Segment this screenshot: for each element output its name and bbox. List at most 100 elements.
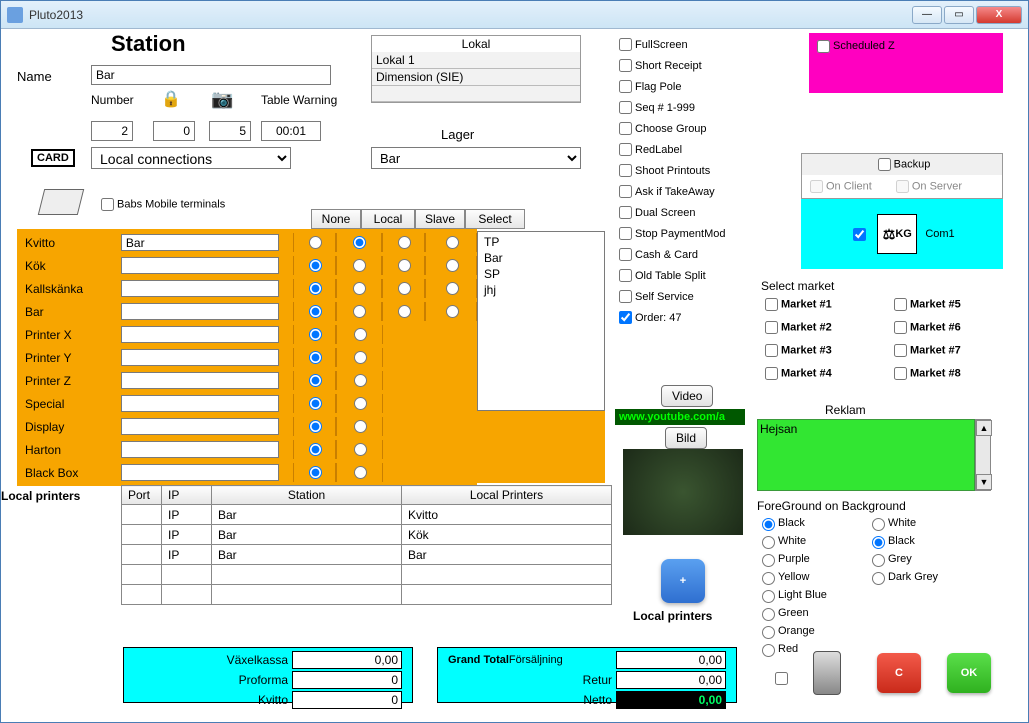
flag-checkbox[interactable] bbox=[619, 206, 632, 219]
printer-radio-local[interactable] bbox=[353, 236, 366, 249]
fg-radio[interactable] bbox=[762, 626, 775, 639]
ok-button[interactable]: OK bbox=[947, 653, 991, 693]
printer-radio-local[interactable] bbox=[354, 328, 367, 341]
market-check[interactable]: Market #7 bbox=[890, 341, 1001, 360]
flag-redlabel[interactable]: RedLabel bbox=[615, 140, 755, 159]
fg-radio[interactable] bbox=[762, 590, 775, 603]
maximize-button[interactable]: ▭ bbox=[944, 6, 974, 24]
fg-radio-black[interactable]: Black bbox=[757, 515, 827, 531]
market-check[interactable]: Market #1 bbox=[761, 295, 872, 314]
printer-radio-select[interactable] bbox=[446, 259, 459, 272]
printer-radio-none[interactable] bbox=[309, 236, 322, 249]
lager-select[interactable]: Bar bbox=[371, 147, 581, 169]
flag-ask-if-takeaway[interactable]: Ask if TakeAway bbox=[615, 182, 755, 201]
market-checkbox[interactable] bbox=[894, 344, 907, 357]
printer-radio-local[interactable] bbox=[353, 259, 366, 272]
fg-radio[interactable] bbox=[762, 644, 775, 657]
printer-radio-none[interactable] bbox=[309, 443, 322, 456]
market-checkbox[interactable] bbox=[894, 298, 907, 311]
printer-radio-local[interactable] bbox=[354, 374, 367, 387]
total-input[interactable] bbox=[292, 651, 402, 669]
printer-radio-local[interactable] bbox=[354, 466, 367, 479]
backup-checkbox[interactable] bbox=[878, 158, 891, 171]
printer-radio-none[interactable] bbox=[309, 397, 322, 410]
flag-checkbox[interactable] bbox=[619, 122, 632, 135]
printer-radio-slave[interactable] bbox=[398, 305, 411, 318]
add-local-printer-button[interactable]: + bbox=[661, 559, 705, 603]
market-checkbox[interactable] bbox=[765, 298, 778, 311]
total-input[interactable] bbox=[292, 691, 402, 709]
fg-radio-light-blue[interactable]: Light Blue bbox=[757, 587, 827, 603]
scroll-down-icon[interactable]: ▼ bbox=[976, 474, 992, 490]
flag-checkbox[interactable] bbox=[619, 38, 632, 51]
printer-radio-select[interactable] bbox=[446, 282, 459, 295]
total-input[interactable] bbox=[292, 671, 402, 689]
flag-shoot-printouts[interactable]: Shoot Printouts bbox=[615, 161, 755, 180]
bg-radio-white[interactable]: White bbox=[867, 515, 938, 531]
printer-radio-local[interactable] bbox=[354, 420, 367, 433]
babs-check[interactable]: Babs Mobile terminals bbox=[97, 195, 225, 214]
flag-checkbox[interactable] bbox=[619, 185, 632, 198]
list-item[interactable]: jhj bbox=[480, 282, 602, 298]
flag-cash-card[interactable]: Cash & Card bbox=[615, 245, 755, 264]
fg-radio-orange[interactable]: Orange bbox=[757, 623, 827, 639]
market-check[interactable]: Market #6 bbox=[890, 318, 1001, 337]
on-client-checkbox[interactable] bbox=[810, 180, 823, 193]
printer-input[interactable] bbox=[121, 303, 279, 320]
weight-checkbox[interactable] bbox=[853, 228, 866, 241]
printer-radio-slave[interactable] bbox=[398, 236, 411, 249]
bg-radio-dark-grey[interactable]: Dark Grey bbox=[867, 569, 938, 585]
printer-radio-local[interactable] bbox=[354, 351, 367, 364]
printer-radio-local[interactable] bbox=[353, 305, 366, 318]
printer-radio-slave[interactable] bbox=[398, 282, 411, 295]
flag-checkbox[interactable] bbox=[619, 59, 632, 72]
table-row[interactable]: IPBarKvitto bbox=[122, 505, 612, 525]
printer-radio-select[interactable] bbox=[446, 305, 459, 318]
printer-radio-none[interactable] bbox=[309, 374, 322, 387]
market-checkbox[interactable] bbox=[894, 367, 907, 380]
cancel-button[interactable]: C bbox=[877, 653, 921, 693]
table-row[interactable]: IPBarBar bbox=[122, 545, 612, 565]
fg-radio-white[interactable]: White bbox=[757, 533, 827, 549]
list-item[interactable]: Bar bbox=[480, 250, 602, 266]
printer-input[interactable] bbox=[121, 372, 279, 389]
market-check[interactable]: Market #5 bbox=[890, 295, 1001, 314]
bg-radio-black[interactable]: Black bbox=[867, 533, 938, 549]
table-warning-input[interactable] bbox=[261, 121, 321, 141]
printer-radio-select[interactable] bbox=[446, 236, 459, 249]
fg-radio-purple[interactable]: Purple bbox=[757, 551, 827, 567]
flag-checkbox[interactable] bbox=[619, 80, 632, 93]
printer-radio-none[interactable] bbox=[309, 351, 322, 364]
lokal-row-1[interactable]: Dimension (SIE) bbox=[372, 69, 580, 86]
flag-checkbox[interactable] bbox=[619, 227, 632, 240]
printer-input[interactable] bbox=[121, 418, 279, 435]
printer-input[interactable] bbox=[121, 349, 279, 366]
flag-order-47[interactable]: Order: 47 bbox=[615, 308, 755, 327]
flag-choose-group[interactable]: Choose Group bbox=[615, 119, 755, 138]
flag-seq-1-999[interactable]: Seq # 1-999 bbox=[615, 98, 755, 117]
printer-radio-local[interactable] bbox=[353, 282, 366, 295]
bg-radio-grey[interactable]: Grey bbox=[867, 551, 938, 567]
printer-radio-none[interactable] bbox=[309, 420, 322, 433]
bg-radio[interactable] bbox=[872, 554, 885, 567]
lock-input[interactable] bbox=[153, 121, 195, 141]
table-row[interactable] bbox=[122, 565, 612, 585]
video-button[interactable]: Video bbox=[661, 385, 713, 407]
flag-checkbox[interactable] bbox=[619, 143, 632, 156]
table-row[interactable] bbox=[122, 585, 612, 605]
gt-value-2[interactable] bbox=[616, 691, 726, 709]
flag-fullscreen[interactable]: FullScreen bbox=[615, 35, 755, 54]
market-checkbox[interactable] bbox=[894, 321, 907, 334]
connection-select[interactable]: Local connections bbox=[91, 147, 291, 169]
on-server-check[interactable]: On Server bbox=[892, 177, 962, 196]
close-button[interactable]: X bbox=[976, 6, 1022, 24]
flag-self-service[interactable]: Self Service bbox=[615, 287, 755, 306]
fg-radio[interactable] bbox=[762, 536, 775, 549]
bg-radio[interactable] bbox=[872, 572, 885, 585]
fg-radio[interactable] bbox=[762, 518, 775, 531]
printer-input[interactable] bbox=[121, 464, 279, 481]
name-input[interactable] bbox=[91, 65, 331, 85]
phone-checkbox[interactable] bbox=[775, 672, 788, 685]
printer-radio-local[interactable] bbox=[354, 397, 367, 410]
scroll-up-icon[interactable]: ▲ bbox=[976, 420, 992, 436]
